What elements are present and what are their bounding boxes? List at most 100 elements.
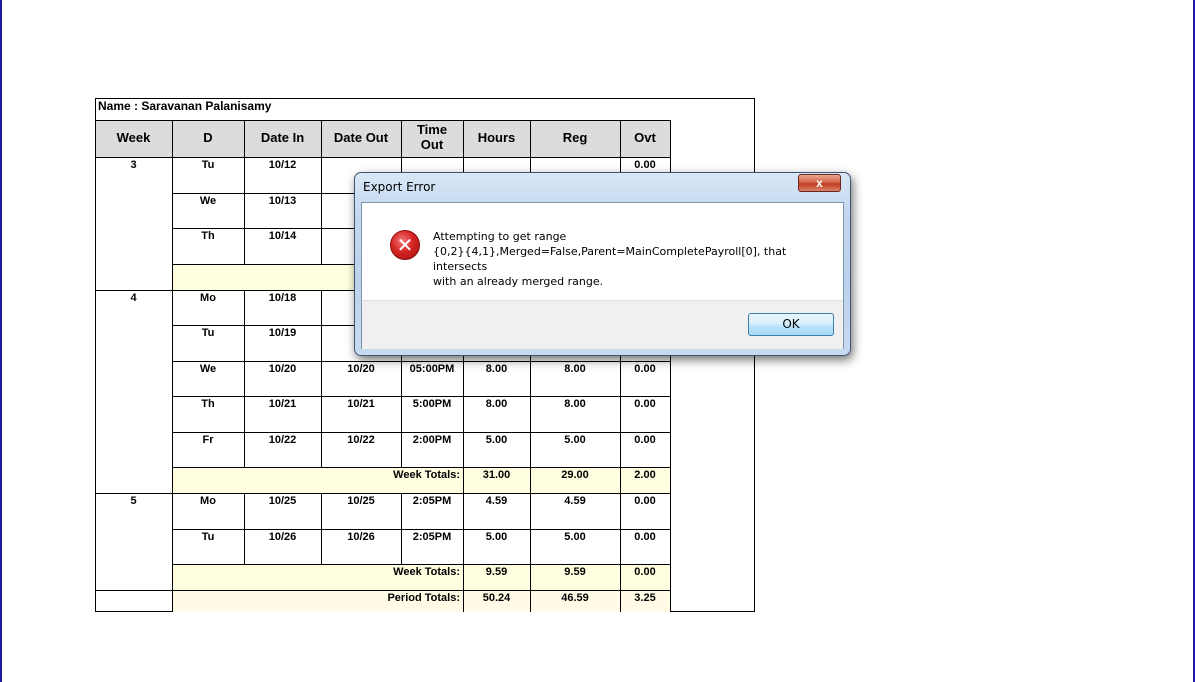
- table-rule: [670, 120, 671, 157]
- cell-date-in: 10/12: [268, 159, 297, 171]
- table-rule: [670, 564, 671, 590]
- cell-ovt: 0.00: [634, 362, 656, 375]
- table-rule: [463, 493, 464, 529]
- week-totals-hours: 9.59: [485, 566, 508, 578]
- cell-date-in: 10/21: [268, 398, 297, 410]
- cell-time-out: 2:00PM: [412, 433, 452, 446]
- table-rule: [172, 529, 671, 530]
- table-rule: [670, 432, 671, 468]
- table-rule: [95, 290, 96, 494]
- table-rule: [321, 120, 322, 157]
- cell-date-in: 10/14: [268, 230, 297, 242]
- table-rule: [244, 157, 245, 193]
- week-totals-label: Week Totals:: [393, 469, 460, 481]
- cell-ovt: 0.00: [634, 495, 656, 507]
- cell-time-out: 2:05PM: [412, 495, 452, 507]
- cell-day: Mo: [200, 291, 216, 304]
- table-rule: [95, 120, 96, 157]
- cell-time-out: 05:00PM: [409, 362, 455, 375]
- period-totals-hours: 50.24: [482, 592, 511, 604]
- cell-date-in: 10/25: [268, 495, 297, 507]
- table-rule: [321, 432, 322, 468]
- table-rule: [530, 493, 531, 529]
- dialog-footer: OK: [362, 300, 843, 349]
- table-rule: [95, 157, 671, 158]
- table-rule: [321, 157, 322, 193]
- table-rule: [321, 396, 322, 432]
- week-number: 4: [130, 291, 137, 304]
- table-rule: [463, 467, 464, 493]
- cell-reg: 8.00: [564, 362, 586, 375]
- cell-ovt: 0.00: [634, 159, 656, 171]
- week-totals-reg: 29.00: [561, 469, 589, 481]
- error-message-line: with an already merged range.: [433, 275, 604, 288]
- table-rule: [463, 396, 464, 432]
- error-message: Attempting to get range {0,2}{4,1},Merge…: [433, 229, 833, 289]
- table-rule: [670, 590, 671, 612]
- cell-day: Fr: [202, 433, 214, 446]
- cell-hours: 4.59: [485, 495, 508, 507]
- table-rule: [244, 432, 245, 468]
- close-button[interactable]: x: [798, 174, 841, 192]
- table-rule: [620, 432, 621, 468]
- table-rule: [670, 396, 671, 432]
- header-date-out: Date Out: [333, 130, 389, 145]
- table-rule: [401, 432, 402, 468]
- table-rule: [670, 529, 671, 565]
- table-rule: [401, 493, 402, 529]
- cell-date-in: 10/19: [268, 327, 297, 339]
- table-rule: [244, 396, 245, 432]
- cell-date-in: 10/18: [268, 291, 297, 304]
- header-week: Week: [116, 130, 151, 145]
- table-rule: [463, 120, 464, 157]
- table-rule: [95, 493, 96, 590]
- cell-date-in: 10/26: [268, 530, 297, 543]
- header-hours: Hours: [477, 130, 516, 145]
- dialog-body: ✕ Attempting to get range {0,2}{4,1},Mer…: [361, 202, 844, 349]
- cell-hours: 8.00: [485, 398, 508, 410]
- cell-time-out: 5:00PM: [412, 398, 452, 410]
- header-reg: Reg: [562, 130, 588, 145]
- cell-day: Mo: [200, 495, 216, 507]
- header-day: D: [203, 130, 213, 145]
- table-rule: [172, 564, 671, 565]
- week-totals-label: Week Totals:: [393, 566, 460, 578]
- cell-hours: 5.00: [485, 530, 508, 543]
- header-ovt: Ovt: [634, 130, 656, 145]
- close-icon: x: [816, 176, 823, 190]
- table-rule: [670, 467, 671, 493]
- cell-day: Tu: [201, 327, 215, 339]
- table-rule: [401, 361, 402, 397]
- table-rule: [530, 467, 531, 493]
- table-rule: [321, 361, 322, 397]
- table-rule: [172, 432, 173, 468]
- cell-date-out: 10/25: [347, 495, 375, 507]
- week-totals-hours: 31.00: [482, 469, 511, 481]
- table-rule: [463, 432, 464, 468]
- header-time-out-line: Out: [420, 137, 444, 152]
- table-rule: [172, 493, 173, 529]
- table-rule: [172, 290, 173, 326]
- header-time-out-line: Time: [416, 122, 448, 137]
- export-error-dialog: Export Error x ✕ Attempting to get range…: [354, 172, 851, 356]
- error-icon: ✕: [390, 230, 420, 260]
- ok-button[interactable]: OK: [748, 313, 834, 336]
- table-rule: [172, 120, 173, 157]
- cell-date-out: 10/21: [347, 398, 375, 410]
- table-rule: [321, 290, 322, 326]
- cell-reg: 5.00: [564, 433, 586, 446]
- cell-ovt: 0.00: [634, 433, 656, 446]
- table-rule: [321, 193, 322, 229]
- table-rule: [530, 396, 531, 432]
- table-rule: [244, 120, 245, 157]
- week-number: 5: [130, 495, 137, 507]
- cell-date-out: 10/22: [347, 433, 375, 446]
- week-totals-reg: 9.59: [564, 566, 586, 578]
- error-message-line: Attempting to get range: [433, 230, 567, 243]
- table-rule: [244, 193, 245, 229]
- cell-day: Th: [201, 398, 215, 410]
- table-rule: [620, 590, 621, 612]
- table-rule: [620, 493, 621, 529]
- cell-date-in: 10/20: [268, 362, 297, 375]
- table-rule: [620, 564, 621, 590]
